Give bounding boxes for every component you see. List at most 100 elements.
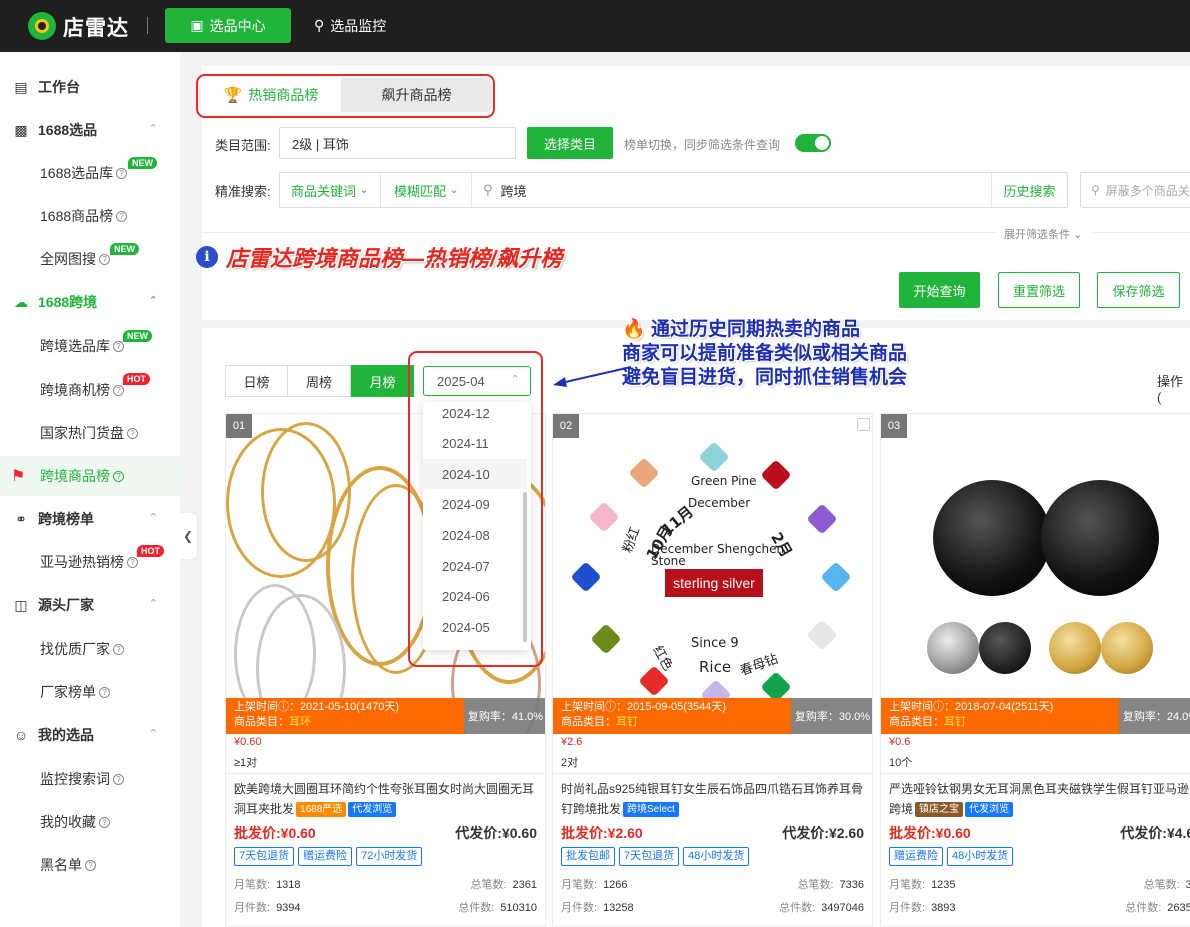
- tab-daily[interactable]: 日榜: [225, 365, 288, 397]
- help-icon: ?: [113, 384, 124, 396]
- annotation-line: 🔥 通过历史同期热卖的商品: [622, 318, 952, 342]
- product-title[interactable]: 欧美跨境大圆圈耳环简约个性夸张耳圈女时尚大圆圈无耳洞耳夹批发 1688严选 代发浏览: [234, 779, 540, 819]
- product-card[interactable]: 03 上架时间ⓘ：2018-07-04(2511天) 商品类目：耳钉 复购率：2…: [880, 413, 1190, 927]
- sidebar-label: 源头厂家: [38, 597, 94, 613]
- month-orders: 月笔数: 1266: [561, 876, 628, 892]
- sync-tip: 榜单切换，同步筛选条件查询: [624, 138, 781, 152]
- keyword-type-select[interactable]: 商品关键词 ⌄: [291, 173, 368, 207]
- chevron-up-icon: ⌃: [148, 512, 158, 524]
- sidebar-group-mine[interactable]: ☺ 我的选品 ⌃: [0, 715, 180, 755]
- help-icon: ⓘ: [605, 701, 616, 713]
- help-icon: ?: [113, 470, 124, 482]
- chevron-up-icon: ⌃: [148, 123, 158, 135]
- reset-filter-button[interactable]: 重置筛选: [998, 272, 1080, 308]
- month-orders: 月笔数: 1318: [234, 876, 301, 892]
- sidebar-item-1688-library[interactable]: 1688选品库? NEW: [0, 153, 180, 193]
- listed-time: 上架时间ⓘ：2021-05-10(1470天): [234, 700, 456, 715]
- tab-weekly[interactable]: 周榜: [287, 365, 351, 397]
- cat-label: 商品类目：: [889, 716, 944, 728]
- stat-value: 2361: [512, 879, 537, 891]
- art-text: December: [688, 496, 751, 510]
- precise-search-label: 精准搜索:: [215, 184, 271, 199]
- cat-label: 商品类目：: [234, 716, 289, 728]
- sidebar-group-1688-cross[interactable]: ☁ 1688跨境 ⌃: [0, 282, 180, 322]
- sidebar-group-1688[interactable]: ▩ 1688选品 ⌃: [0, 110, 180, 150]
- nav-selection-monitor[interactable]: ⚲ 选品监控: [314, 8, 386, 43]
- sidebar-group-factory[interactable]: ◫ 源头厂家 ⌃: [0, 585, 180, 625]
- product-image[interactable]: 03 上架时间ⓘ：2018-07-04(2511天) 商品类目：耳钉 复购率：2…: [881, 414, 1190, 734]
- month-orders: 月笔数: 1235: [889, 876, 956, 892]
- save-filter-button[interactable]: 保存筛选: [1097, 272, 1180, 308]
- hot-badge: HOT: [123, 373, 150, 385]
- month-pieces: 月件数: 13258: [561, 899, 634, 915]
- highlight-box: [196, 74, 495, 118]
- highlight-box: [408, 351, 543, 667]
- tag-badge: 1688严选: [296, 802, 347, 817]
- sidebar-label: 厂家榜单: [40, 684, 96, 700]
- service-tags: 批发包邮 7天包退货 48小时发货: [561, 847, 750, 866]
- select-checkbox[interactable]: [857, 418, 870, 431]
- sidebar-collapse-button[interactable]: ❮: [179, 513, 197, 559]
- art-text: Since 9: [691, 636, 739, 651]
- start-query-button[interactable]: 开始查询: [899, 272, 980, 308]
- sync-toggle[interactable]: [795, 134, 831, 152]
- sidebar-item-monitor-keywords[interactable]: 监控搜索词?: [0, 759, 180, 799]
- sidebar-item-1688-ranking[interactable]: 1688商品榜?: [0, 196, 180, 236]
- sidebar-item-find-factory[interactable]: 找优质厂家?: [0, 629, 180, 669]
- sidebar-item-cross-ranking[interactable]: ⚑ 跨境商品榜?: [0, 456, 180, 496]
- operations-menu[interactable]: 操作 (: [1157, 371, 1190, 405]
- divider: [380, 173, 381, 207]
- choose-category-button[interactable]: 选择类目: [527, 127, 613, 159]
- sidebar-item-factory-ranking[interactable]: 厂家榜单?: [0, 672, 180, 712]
- product-title[interactable]: 严选哑铃钛钢男女无耳洞黑色耳夹磁铁学生假耳钉亚马逊跨境 镇店之宝 代发浏览: [889, 779, 1190, 819]
- sidebar-item-amazon-hot[interactable]: 亚马逊热销榜? HOT: [0, 542, 180, 582]
- category-info: 商品类目：耳环: [234, 715, 456, 730]
- product-title[interactable]: 时尚礼品s925纯银耳钉女生辰石饰品四爪锆石耳饰养耳骨钉跨境批发 跨境Select: [561, 779, 867, 819]
- top-bar: 店雷达 ▣ 选品中心 ⚲ 选品监控: [0, 0, 1190, 52]
- planet-icon: ⚭: [15, 511, 27, 527]
- sidebar-item-cross-opportunity[interactable]: 跨境商机榜? HOT: [0, 370, 180, 410]
- nav-label: 选品监控: [330, 17, 387, 34]
- stat-label: 月件数:: [561, 902, 598, 914]
- product-image[interactable]: Green Pine December 10月 11月 2月 December …: [553, 414, 872, 734]
- keyword-input[interactable]: ⚲ 跨境: [483, 173, 527, 207]
- cat-value: 耳钉: [616, 716, 638, 728]
- stat-value: 9394: [276, 902, 301, 914]
- category-info: 商品类目：耳钉: [889, 715, 1111, 730]
- nav-selection-center[interactable]: ▣ 选品中心: [165, 8, 291, 43]
- sidebar-group-cross-list[interactable]: ⚭ 跨境榜单 ⌃: [0, 499, 180, 539]
- help-icon: (: [1157, 390, 1162, 405]
- sidebar-item-favorites[interactable]: 我的收藏?: [0, 802, 180, 842]
- search-icon: ⚲: [483, 182, 493, 197]
- sidebar-label: 全网图搜: [40, 251, 96, 267]
- service-tag: 72小时发货: [356, 847, 423, 866]
- help-icon: ?: [85, 859, 96, 871]
- expand-filters-button[interactable]: 展开筛选条件 ⌄: [996, 226, 1091, 242]
- tab-monthly[interactable]: 月榜: [351, 365, 414, 397]
- stat-label: 总件数:: [1125, 902, 1162, 914]
- match-type-select[interactable]: 模糊匹配 ⌄: [394, 173, 458, 207]
- stud-shape: [1041, 480, 1159, 596]
- bag-icon: ▣: [190, 17, 204, 33]
- sidebar-item-country-hot[interactable]: 国家热门货盘?: [0, 413, 180, 453]
- sidebar-label: 国家热门货盘: [40, 425, 124, 441]
- sidebar-item-workbench[interactable]: ▤ 工作台: [0, 67, 180, 107]
- sidebar-item-image-search[interactable]: 全网图搜? NEW: [0, 239, 180, 279]
- product-card[interactable]: Green Pine December 10月 11月 2月 December …: [552, 413, 873, 927]
- category-label: 类目范围:: [215, 138, 271, 153]
- total-pieces: 总件数: 3497046: [779, 899, 864, 915]
- stat-label: 总笔数:: [797, 879, 834, 891]
- sidebar-item-cross-library[interactable]: 跨境选品库? NEW: [0, 326, 180, 366]
- divider: [881, 773, 1190, 774]
- monitor-icon: ⚲: [314, 17, 325, 33]
- divider: [471, 173, 472, 207]
- title-text: 时尚礼品s925纯银耳钉女生辰石饰品四爪锆石耳饰养耳骨钉跨境批发: [561, 782, 864, 816]
- history-search-button[interactable]: 历史搜索: [991, 173, 1067, 207]
- listed-time: 上架时间ⓘ：2018-07-04(2511天): [889, 700, 1111, 715]
- sidebar-item-blacklist[interactable]: 黑名单?: [0, 845, 180, 885]
- listed-value: ：2015-09-05(3544天): [616, 701, 727, 713]
- service-tag: 赠运费险: [298, 847, 353, 866]
- category-input[interactable]: 2级 | 耳饰: [279, 127, 516, 159]
- wholesale-price: 批发价:¥0.60: [889, 825, 971, 841]
- block-products-input[interactable]: ⚲ 屏蔽多个商品关: [1080, 172, 1190, 208]
